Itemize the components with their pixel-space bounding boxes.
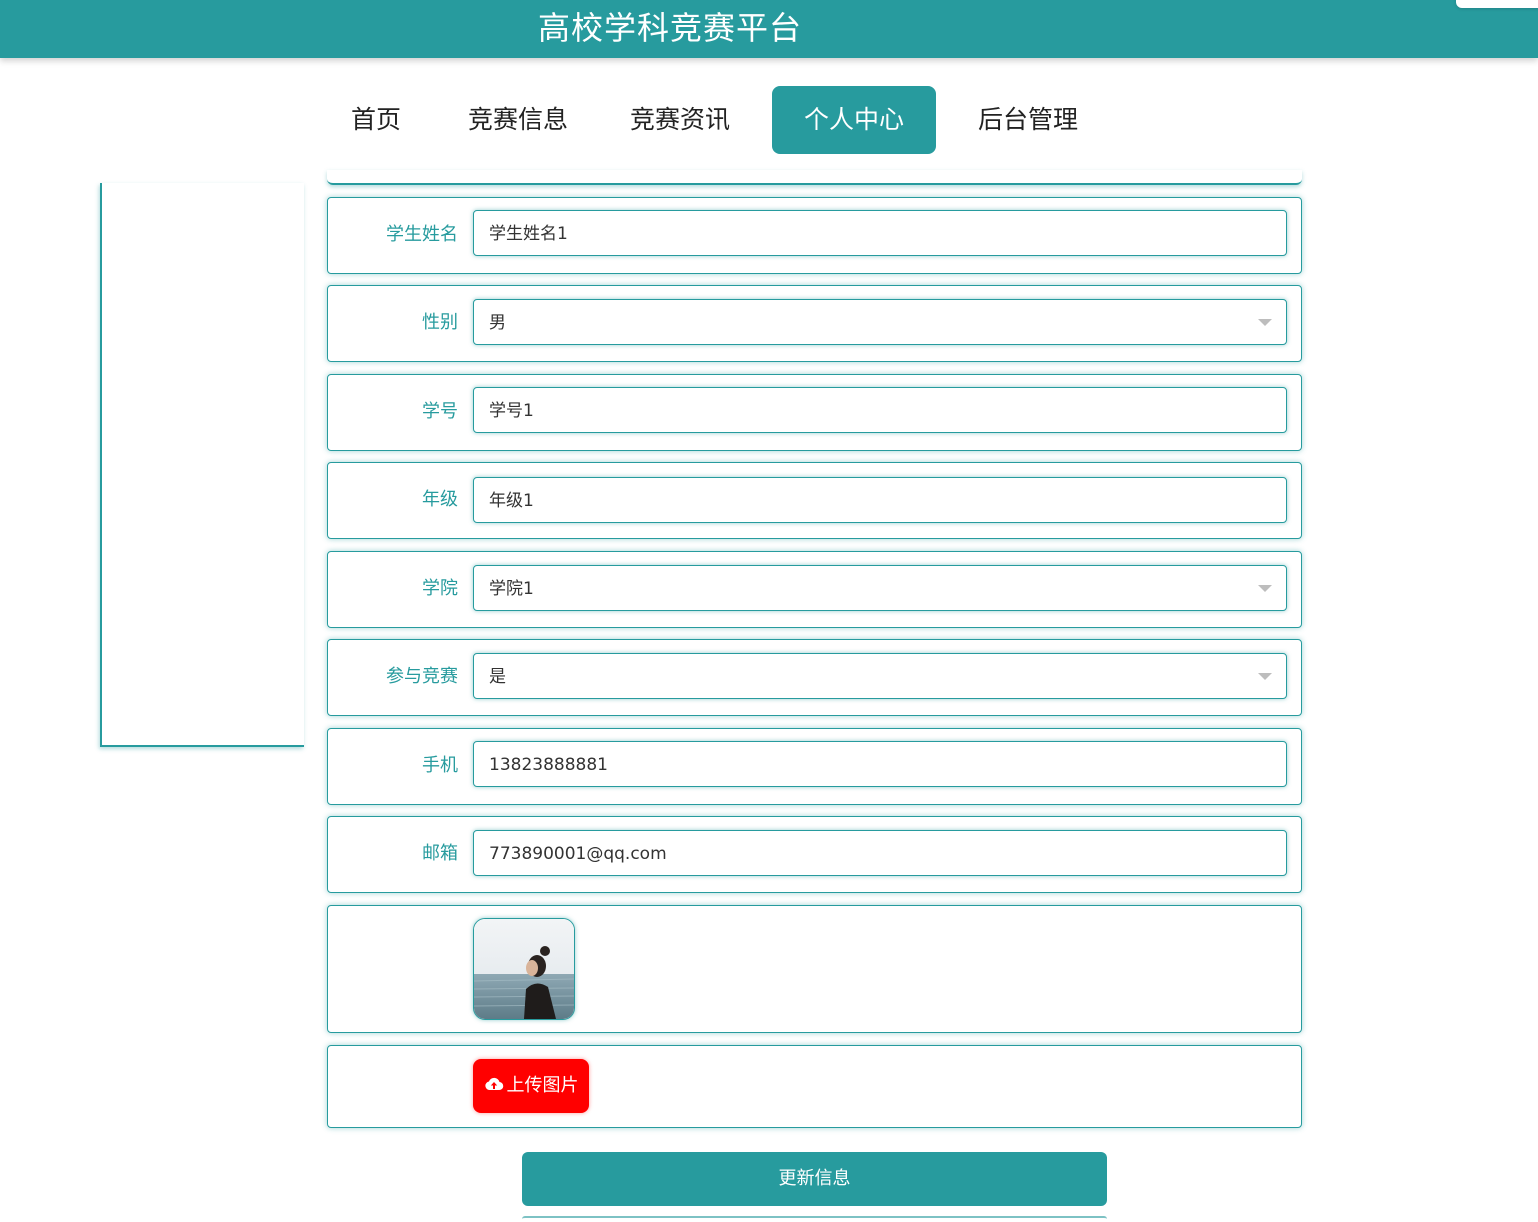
college-label: 学院 — [422, 578, 458, 599]
form-row-email: 邮箱 773890001@qq.com — [327, 816, 1302, 893]
form-row-avatar — [327, 905, 1302, 1033]
update-info-button[interactable]: 更新信息 — [522, 1152, 1107, 1206]
cloud-upload-icon — [484, 1077, 503, 1091]
gender-select[interactable]: 男 — [473, 299, 1287, 345]
student-name-input[interactable]: 学生姓名1 — [473, 210, 1287, 256]
form-row-participate: 参与竞赛 是 — [327, 639, 1302, 716]
nav-item-home[interactable]: 首页 — [338, 86, 414, 154]
form-row-student-name: 学生姓名 学生姓名1 — [327, 197, 1302, 274]
form-row-grade: 年级 年级1 — [327, 462, 1302, 539]
phone-input[interactable]: 13823888881 — [473, 741, 1287, 787]
gender-label: 性别 — [422, 312, 458, 333]
participate-select[interactable]: 是 — [473, 653, 1287, 699]
form-row-student-no: 学号 学号1 — [327, 374, 1302, 451]
email-label: 邮箱 — [422, 843, 458, 864]
form-row-partial — [327, 170, 1302, 185]
corner-tab[interactable] — [1456, 0, 1538, 8]
college-value: 学院1 — [489, 579, 534, 599]
college-select[interactable]: 学院1 — [473, 565, 1287, 611]
form-row-gender: 性别 男 — [327, 285, 1302, 362]
form-row-upload: 上传图片 — [327, 1045, 1302, 1128]
chevron-down-icon — [1258, 585, 1272, 592]
chevron-down-icon — [1258, 673, 1272, 680]
participate-value: 是 — [489, 667, 506, 687]
main-nav: 首页 竞赛信息 竞赛资讯 个人中心 后台管理 — [0, 86, 1538, 154]
side-menu-panel — [100, 183, 304, 747]
grade-label: 年级 — [422, 489, 458, 510]
top-header-bar: 高校学科竞赛平台 — [0, 0, 1538, 58]
form-row-phone: 手机 13823888881 — [327, 728, 1302, 805]
gender-value: 男 — [489, 313, 506, 333]
chevron-down-icon — [1258, 319, 1272, 326]
upload-image-label: 上传图片 — [506, 1075, 579, 1096]
nav-item-personal-center[interactable]: 个人中心 — [772, 86, 936, 154]
avatar-photo — [474, 919, 574, 1019]
grade-input[interactable]: 年级1 — [473, 477, 1287, 523]
phone-label: 手机 — [422, 755, 458, 776]
bottom-partial-row — [522, 1216, 1107, 1222]
avatar[interactable] — [473, 918, 575, 1020]
email-input[interactable]: 773890001@qq.com — [473, 830, 1287, 876]
nav-item-competition-news[interactable]: 竞赛资讯 — [620, 86, 740, 154]
nav-item-admin[interactable]: 后台管理 — [968, 86, 1088, 154]
participate-label: 参与竞赛 — [386, 666, 458, 687]
site-title: 高校学科竞赛平台 — [538, 9, 803, 47]
nav-item-competition-info[interactable]: 竞赛信息 — [458, 86, 578, 154]
form-row-college: 学院 学院1 — [327, 551, 1302, 628]
upload-image-button[interactable]: 上传图片 — [473, 1059, 589, 1113]
student-no-input[interactable]: 学号1 — [473, 387, 1287, 433]
student-no-label: 学号 — [422, 401, 458, 422]
student-name-label: 学生姓名 — [386, 224, 458, 245]
